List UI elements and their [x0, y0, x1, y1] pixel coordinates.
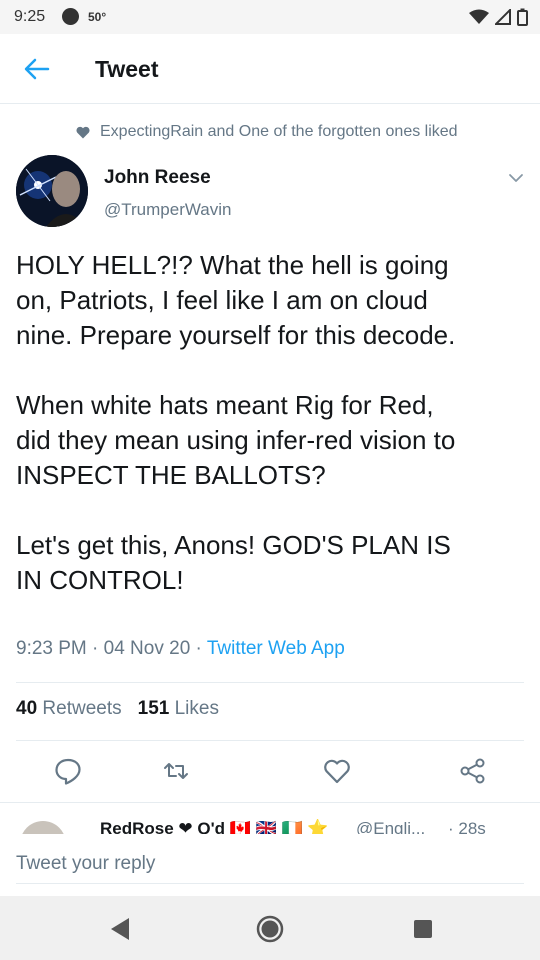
- likes-count: 151: [137, 698, 170, 719]
- tweet-line: HOLY HELL?!? What the hell is going: [16, 250, 449, 280]
- reply-author-name: RedRose ❤ Q'd 🇨🇦 🇬🇧 🇮🇪 ⭐: [100, 819, 329, 834]
- back-button[interactable]: [22, 54, 52, 84]
- tweet-line: IN CONTROL!: [16, 565, 184, 595]
- heart-icon: [76, 126, 90, 138]
- retweet-button[interactable]: [161, 756, 191, 786]
- share-button[interactable]: [458, 756, 488, 786]
- reply-button[interactable]: [53, 756, 83, 786]
- tweet-line: INSPECT THE BALLOTS?: [16, 460, 326, 490]
- tweet-line: Let's get this, Anons! GOD'S PLAN IS: [16, 530, 451, 560]
- status-temperature: 50°: [88, 10, 107, 24]
- nav-back-button[interactable]: [103, 912, 137, 946]
- avatar[interactable]: [16, 155, 88, 227]
- tweet-line: did they mean using infer-red vision to: [16, 425, 456, 455]
- status-bar: 9:25 50°: [0, 0, 540, 34]
- reply-composer: [0, 834, 540, 896]
- chevron-down-icon: [509, 174, 523, 182]
- divider: [16, 682, 524, 683]
- tweet-stats: 40 Retweets 151 Likes: [16, 698, 219, 720]
- reply-icon: [55, 758, 81, 785]
- facebook-icon: [62, 8, 79, 25]
- reply-preview[interactable]: RedRose ❤ Q'd 🇨🇦 🇬🇧 🇮🇪 ⭐ @Engli... · 28s: [0, 802, 540, 834]
- wifi-icon: [469, 9, 489, 24]
- battery-icon: [517, 8, 528, 26]
- retweets-count: 40: [16, 698, 38, 719]
- avatar-image: [16, 155, 88, 227]
- reply-time: · 28s: [448, 819, 486, 834]
- social-context: ExpectingRain and One of the forgotten o…: [76, 121, 458, 143]
- retweets-stat[interactable]: 40 Retweets: [16, 698, 122, 719]
- likes-stat[interactable]: 151 Likes: [138, 698, 219, 719]
- nav-home-button[interactable]: [253, 912, 287, 946]
- circle-home-icon: [256, 915, 284, 943]
- tweet-timestamp: 9:23 PM · 04 Nov 20 ·: [16, 638, 207, 659]
- divider: [16, 740, 524, 741]
- like-button[interactable]: [322, 756, 352, 786]
- tweet-text: HOLY HELL?!? What the hell is going on, …: [16, 248, 532, 598]
- square-recents-icon: [414, 920, 432, 938]
- tweet-menu-button[interactable]: [506, 168, 526, 188]
- app-header: Tweet: [0, 34, 540, 104]
- tweet-source-link[interactable]: Twitter Web App: [207, 638, 345, 659]
- arrow-left-icon: [24, 58, 50, 80]
- tweet-line: on, Patriots, I feel like I am on cloud: [16, 285, 428, 315]
- status-time: 9:25: [14, 8, 46, 25]
- share-icon: [460, 758, 485, 784]
- page-title: Tweet: [95, 56, 159, 82]
- system-nav-bar: [0, 896, 540, 960]
- tweet-line: When white hats meant Rig for Red,: [16, 390, 434, 420]
- triangle-back-icon: [111, 918, 129, 940]
- nav-recents-button[interactable]: [406, 912, 440, 946]
- author-handle[interactable]: @TrumperWavin: [104, 200, 231, 220]
- action-bar: [0, 756, 540, 788]
- retweet-icon: [164, 763, 188, 779]
- retweets-label: Retweets: [42, 698, 122, 719]
- tweet-line: nine. Prepare yourself for this decode.: [16, 320, 456, 350]
- status-icons: [469, 7, 528, 27]
- author-name[interactable]: John Reese: [104, 167, 211, 189]
- social-context-text[interactable]: ExpectingRain and One of the forgotten o…: [100, 123, 458, 141]
- tweet-meta: 9:23 PM · 04 Nov 20 · Twitter Web App: [16, 638, 345, 660]
- reply-input[interactable]: [16, 844, 524, 884]
- reply-author-handle: @Engli...: [356, 819, 426, 834]
- like-icon: [324, 759, 350, 784]
- avatar[interactable]: [20, 821, 66, 834]
- signal-icon: [495, 9, 511, 25]
- likes-label: Likes: [174, 698, 219, 719]
